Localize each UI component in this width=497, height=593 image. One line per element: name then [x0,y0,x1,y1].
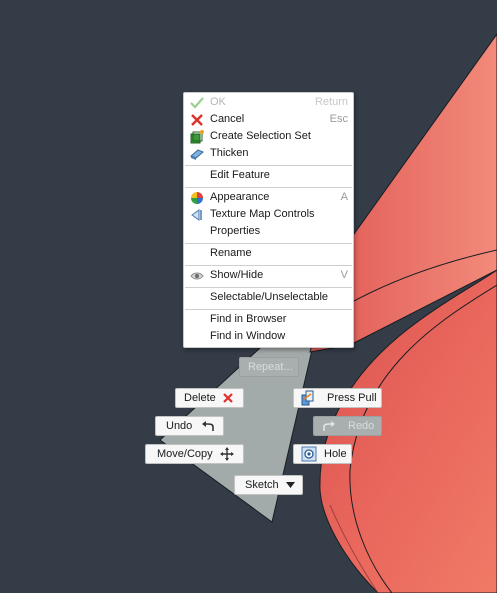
checkmark-icon [190,97,204,109]
delete-button[interactable]: Delete [175,388,244,408]
thicken-icon [190,149,204,160]
menu-item-label: Cancel [210,113,245,125]
hole-button[interactable]: Hole [293,444,352,464]
hole-label: Hole [324,448,347,460]
selection-set-icon [190,130,204,144]
move-copy-label: Move/Copy [157,448,213,460]
menu-separator [185,165,352,166]
menu-item-edit-feature[interactable]: Edit Feature [185,167,352,184]
eye-icon [190,272,204,280]
menu-item-ok[interactable]: OK Return [185,94,352,111]
menu-item-shortcut: Esc [329,113,348,125]
hole-icon [301,446,317,462]
menu-item-create-selection-set[interactable]: Create Selection Set [185,128,352,145]
menu-item-cancel[interactable]: Cancel Esc [185,111,352,128]
menu-item-label: Edit Feature [210,169,270,181]
menu-item-shortcut: A [340,191,348,203]
undo-button[interactable]: Undo [155,416,224,436]
menu-separator [185,287,352,288]
menu-separator [185,243,352,244]
menu-separator [185,309,352,310]
menu-item-find-in-window[interactable]: Find in Window [185,328,352,345]
menu-item-shortcut: Return [314,96,348,108]
menu-separator [185,187,352,188]
menu-item-label: Find in Browser [210,313,287,325]
menu-item-label: Find in Window [210,330,286,342]
red-x-icon [191,114,203,126]
menu-item-label: Rename [210,247,252,259]
menu-item-thicken[interactable]: Thicken [185,145,352,162]
press-pull-label: Press Pull [327,392,377,404]
menu-item-label: Selectable/Unselectable [210,291,329,303]
menu-item-label: Show/Hide [210,269,264,281]
menu-item-selectable-unselectable[interactable]: Selectable/Unselectable [185,289,352,306]
undo-label: Undo [166,420,193,432]
menu-item-properties[interactable]: Properties [185,223,352,240]
delete-icon [223,393,233,403]
menu-item-rename[interactable]: Rename [185,245,352,262]
move-copy-button[interactable]: Move/Copy [145,444,244,464]
menu-item-label: Appearance [210,191,270,203]
repeat-label: Repeat... [248,361,293,373]
press-pull-button[interactable]: Press Pull [293,388,382,408]
menu-separator [185,265,352,266]
repeat-button[interactable]: Repeat... [239,357,299,377]
menu-item-show-hide[interactable]: Show/Hide V [185,267,352,284]
undo-arrow-icon [202,421,214,431]
dropdown-triangle-icon [286,482,295,488]
context-menu: OK Return Cancel Esc Create Selection Se… [183,92,354,348]
sketch-button[interactable]: Sketch [234,475,303,495]
menu-item-shortcut: V [340,269,348,281]
menu-item-label: Thicken [210,147,249,159]
menu-item-texture-map-controls[interactable]: Texture Map Controls [185,206,352,223]
menu-item-label: Texture Map Controls [210,208,315,220]
redo-arrow-icon [323,421,335,431]
texture-map-icon [191,209,202,221]
move-arrows-icon [220,447,234,461]
redo-label: Redo [348,420,375,432]
press-pull-icon [301,390,314,406]
redo-button[interactable]: Redo [313,416,382,436]
menu-item-label: OK [210,96,226,108]
sketch-label: Sketch [245,479,279,491]
menu-item-find-in-browser[interactable]: Find in Browser [185,311,352,328]
menu-item-appearance[interactable]: Appearance A [185,189,352,206]
delete-label: Delete [184,392,216,404]
appearance-icon [191,192,203,204]
menu-item-label: Create Selection Set [210,130,311,142]
menu-item-label: Properties [210,225,261,237]
